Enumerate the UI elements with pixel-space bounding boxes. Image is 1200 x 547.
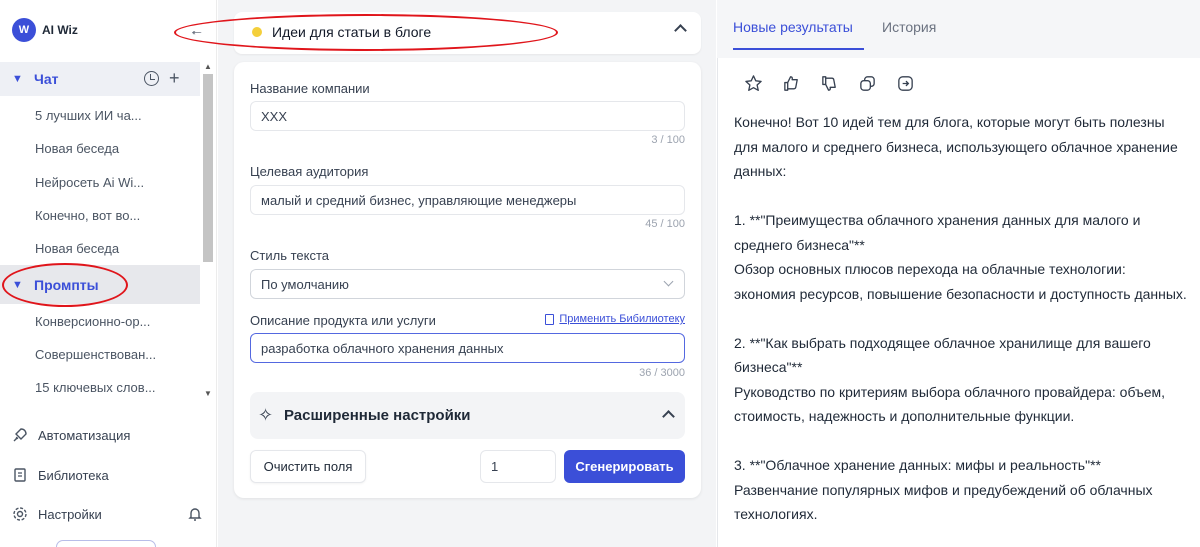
apply-library-label: Применить Бибилиотеку (559, 313, 685, 325)
advanced-settings-label: Расширенные настройки (284, 407, 471, 424)
sidebar-section-label: Чат (34, 71, 59, 87)
prompt-form: Название компании 3 / 100 Целевая аудито… (234, 62, 701, 498)
chevron-up-icon (662, 410, 675, 423)
logo-name: AI Wiz (42, 23, 78, 37)
chevron-down-icon: ▼ (12, 73, 23, 85)
chevron-down-icon (663, 276, 674, 287)
audience-label: Целевая аудитория (250, 164, 369, 179)
copy-icon[interactable] (858, 74, 877, 93)
chat-item[interactable]: 5 лучших ИИ ча... (35, 108, 142, 123)
active-tab-indicator (733, 48, 864, 50)
advanced-settings-toggle[interactable]: ✧ Расширенные настройки (250, 392, 685, 439)
chat-item[interactable]: Новая беседа (35, 241, 119, 256)
nav-item-label: Автоматизация (38, 427, 131, 443)
company-input[interactable] (250, 101, 685, 131)
chat-item[interactable]: Конечно, вот во... (35, 208, 140, 223)
history-clock-icon[interactable] (144, 71, 159, 86)
upgrade-pill[interactable] (56, 540, 156, 547)
prompt-panel: ← Идеи для статьи в блоге Название компа… (174, 0, 716, 547)
nav-item-label: Настройки (38, 506, 102, 522)
new-chat-plus-icon[interactable]: + (169, 68, 180, 89)
audience-input[interactable] (250, 185, 685, 215)
prompt-item[interactable]: 15 ключевых слов... (35, 380, 156, 395)
annotation-circle (174, 14, 558, 51)
result-actions (744, 74, 915, 93)
sidebar-section-chat[interactable]: ▼ Чат + (0, 62, 200, 96)
company-char-count: 3 / 100 (651, 134, 685, 146)
results-panel: Новые результаты История Конечно! Вот 10… (717, 0, 1200, 547)
prompt-item[interactable]: Конверсионно-ор... (35, 314, 150, 329)
nav-item-automation[interactable]: Автоматизация (12, 427, 130, 443)
generate-button[interactable]: Сгенерировать (564, 450, 685, 483)
sidebar-scrollbar[interactable]: ▲ ▼ (201, 62, 215, 398)
scrollbar-thumb[interactable] (203, 74, 213, 262)
sparkle-icon: ✧ (258, 405, 274, 425)
book-icon (12, 467, 28, 483)
nav-item-settings[interactable]: Настройки (12, 506, 102, 522)
annotation-circle (2, 263, 128, 307)
chat-item[interactable]: Нейросеть Ai Wi... (35, 175, 144, 190)
audience-char-count: 45 / 100 (645, 218, 685, 230)
gear-icon (12, 506, 28, 522)
scroll-down-icon[interactable]: ▼ (204, 389, 212, 398)
nav-item-library[interactable]: Библиотека (12, 467, 109, 483)
clear-fields-button[interactable]: Очистить поля (250, 450, 366, 483)
logo[interactable]: W AI Wiz (12, 18, 78, 42)
style-label: Стиль текста (250, 248, 329, 263)
prompt-item[interactable]: Совершенствован... (35, 347, 156, 362)
thumbs-down-icon[interactable] (820, 74, 839, 93)
style-select-value: По умолчанию (261, 276, 349, 292)
quantity-input[interactable] (480, 450, 556, 483)
rocket-icon (12, 427, 28, 443)
export-icon[interactable] (896, 74, 915, 93)
tab-history[interactable]: История (882, 19, 936, 35)
thumbs-up-icon[interactable] (782, 74, 801, 93)
bell-icon[interactable] (187, 506, 203, 525)
sidebar: W AI Wiz ← ▼ Чат + 5 лучших ИИ ча... Нов… (0, 0, 217, 547)
product-label: Описание продукта или услуги (250, 313, 436, 328)
style-select[interactable]: По умолчанию (250, 269, 685, 299)
star-icon[interactable] (744, 74, 763, 93)
tab-new-results[interactable]: Новые результаты (733, 19, 853, 35)
book-icon (545, 313, 555, 325)
result-text: Конечно! Вот 10 идей тем для блога, кото… (734, 114, 1187, 522)
result-card: Конечно! Вот 10 идей тем для блога, кото… (717, 58, 1200, 547)
nav-item-label: Библиотека (38, 467, 109, 483)
chat-item[interactable]: Новая беседа (35, 141, 119, 156)
logo-icon: W (12, 18, 36, 42)
apply-library-link[interactable]: Применить Бибилиотеку (545, 313, 685, 325)
product-input[interactable] (250, 333, 685, 363)
product-char-count: 36 / 3000 (639, 367, 685, 379)
company-label: Название компании (250, 81, 370, 96)
scroll-up-icon[interactable]: ▲ (204, 62, 212, 71)
